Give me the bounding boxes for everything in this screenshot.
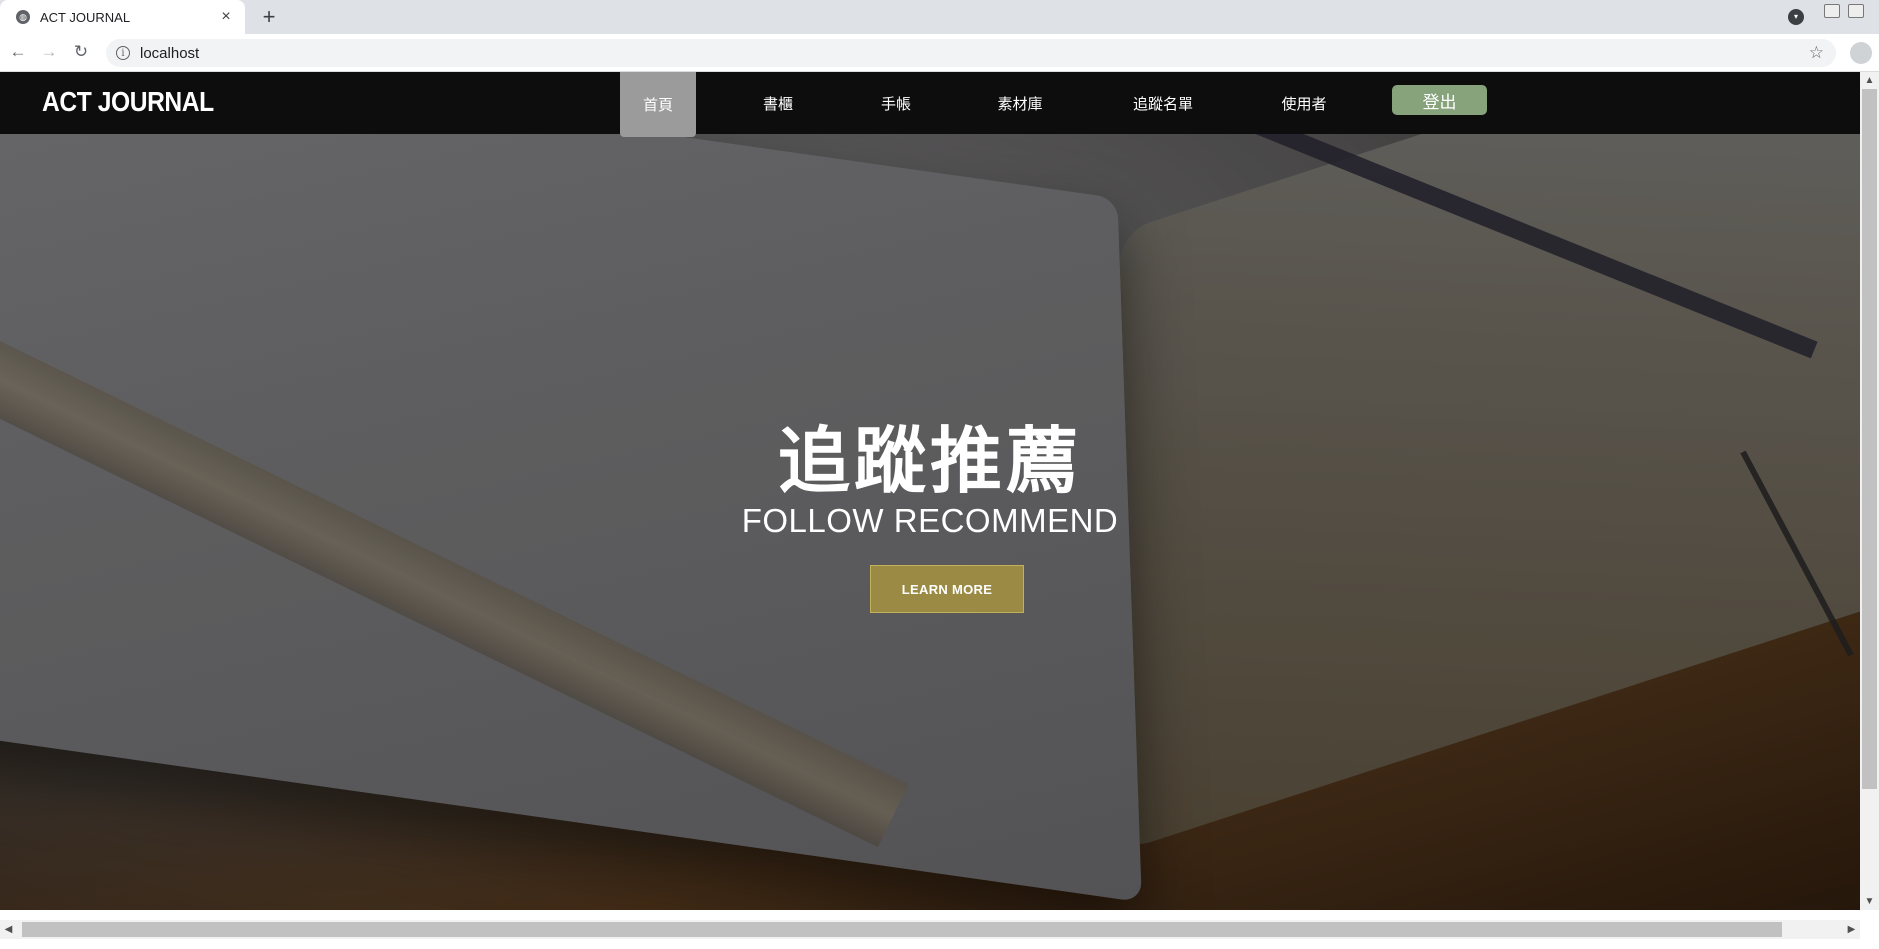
browser-toolbar: ← → ↻ i localhost ☆ [0,34,1879,72]
nav-materials[interactable]: 素材庫 [982,72,1058,134]
scroll-up-icon[interactable]: ▲ [1860,72,1879,89]
info-icon[interactable]: i [116,46,130,60]
minimize-icon[interactable] [1824,4,1840,18]
vertical-scroll-thumb[interactable] [1862,89,1877,789]
hero-subtitle: FOLLOW RECOMMEND [741,502,1119,539]
horizontal-scrollbar[interactable]: ◀ ▶ [0,920,1860,939]
vertical-scrollbar[interactable]: ▲ ▼ [1860,72,1879,910]
back-icon[interactable]: ← [7,41,29,63]
url-text[interactable]: localhost [140,45,1809,62]
scroll-right-icon[interactable]: ▶ [1843,920,1860,939]
tab-search-icon[interactable]: ▾ [1788,9,1804,25]
address-bar[interactable]: i localhost ☆ [106,39,1836,67]
browser-tab[interactable]: ◍ ACT JOURNAL × [0,0,245,34]
nav-journal[interactable]: 手帳 [858,72,934,134]
nav-user[interactable]: 使用者 [1264,72,1344,134]
page-viewport: ACT JOURNAL 首頁 書櫃 手帳 素材庫 追蹤名單 使用者 登出 追蹤推… [0,72,1860,910]
hero-title: 追蹤推薦 [777,419,1082,503]
tab-strip: ◍ ACT JOURNAL × + ▾ [0,0,1879,34]
bookmark-star-icon[interactable]: ☆ [1809,43,1824,63]
scroll-down-icon[interactable]: ▼ [1860,893,1879,910]
new-tab-button[interactable]: + [257,5,281,29]
nav-bookshelf[interactable]: 書櫃 [740,72,816,134]
tab-title: ACT JOURNAL [40,9,131,25]
close-tab-icon[interactable]: × [217,8,235,26]
profile-avatar[interactable] [1850,42,1872,64]
brand-logo[interactable]: ACT JOURNAL [42,86,214,118]
nav-home[interactable]: 首頁 [620,72,696,137]
site-navbar: ACT JOURNAL 首頁 書櫃 手帳 素材庫 追蹤名單 使用者 登出 [0,72,1860,137]
restore-icon[interactable] [1848,4,1864,18]
scroll-left-icon[interactable]: ◀ [0,920,17,939]
logout-button[interactable]: 登出 [1392,85,1487,115]
page-bottom-gap [0,910,1860,920]
reload-icon[interactable]: ↻ [70,41,92,63]
globe-icon: ◍ [16,10,30,24]
nav-following[interactable]: 追蹤名單 [1120,72,1206,134]
horizontal-scroll-thumb[interactable] [22,922,1782,937]
forward-icon[interactable]: → [38,41,60,63]
learn-more-button[interactable]: LEARN MORE [870,565,1024,613]
